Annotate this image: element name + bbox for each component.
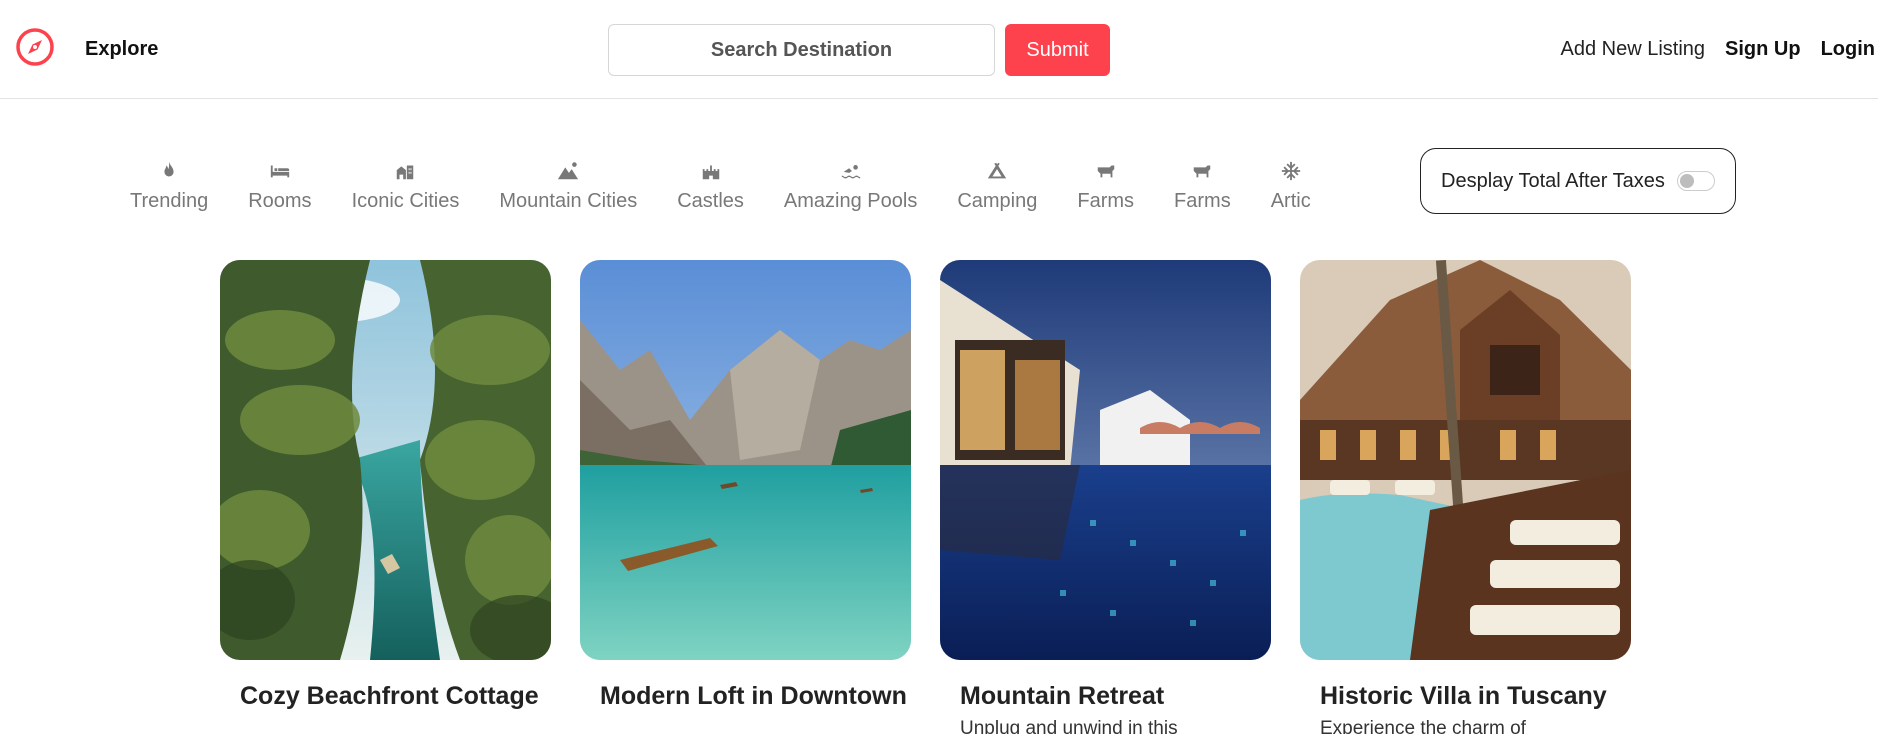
tax-toggle-label: Desplay Total After Taxes <box>1441 169 1665 192</box>
listing-description: Unplug and unwind in this <box>960 718 1178 734</box>
listing-image[interactable] <box>580 260 911 660</box>
tent-icon <box>957 160 1037 186</box>
listing-card[interactable]: Historic Villa in Tuscany Experience the… <box>1300 260 1631 734</box>
listing-title: Mountain Retreat <box>960 682 1165 710</box>
navbar: Explore Submit Add New Listing Sign Up L… <box>0 0 1878 99</box>
filter-castles[interactable]: Castles <box>677 160 744 213</box>
listing-card[interactable]: Modern Loft in Downtown <box>580 260 911 734</box>
listing-title: Modern Loft in Downtown <box>600 682 907 710</box>
listing-card[interactable]: Mountain Retreat Unplug and unwind in th… <box>940 260 1271 734</box>
swimmer-icon <box>784 160 917 186</box>
filter-camping[interactable]: Camping <box>957 160 1037 213</box>
explore-link[interactable]: Explore <box>85 38 158 61</box>
search-input[interactable] <box>608 24 995 76</box>
filter-label: Castles <box>677 190 744 212</box>
filter-label: Mountain Cities <box>499 190 638 212</box>
filter-artic[interactable]: Artic <box>1271 160 1311 213</box>
cow-icon <box>1174 160 1231 186</box>
listing-grid: Cozy Beachfront Cottage Modern Loft in D… <box>220 260 1660 734</box>
listing-image[interactable] <box>220 260 551 660</box>
filter-bar: Trending Rooms Iconic Cities Mountain Ci… <box>130 160 1351 213</box>
fire-icon <box>130 160 208 186</box>
filter-label: Iconic Cities <box>351 190 460 212</box>
listing-card[interactable]: Cozy Beachfront Cottage <box>220 260 551 734</box>
add-listing-link[interactable]: Add New Listing <box>1560 38 1705 61</box>
listing-image[interactable] <box>1300 260 1631 660</box>
cow-icon <box>1077 160 1134 186</box>
filter-label: Trending <box>130 190 209 212</box>
castle-icon <box>677 160 744 186</box>
listing-description: Experience the charm of <box>1320 718 1526 734</box>
submit-button[interactable]: Submit <box>1005 24 1110 76</box>
filter-farms[interactable]: Farms <box>1174 160 1231 213</box>
listing-image[interactable] <box>940 260 1271 660</box>
filter-label: Artic <box>1270 190 1311 212</box>
filter-farms[interactable]: Farms <box>1077 160 1134 213</box>
filter-iconic-cities[interactable]: Iconic Cities <box>351 160 460 213</box>
compass-icon[interactable] <box>14 26 56 68</box>
filter-label: Rooms <box>248 190 312 212</box>
sign-up-link[interactable]: Sign Up <box>1725 38 1801 61</box>
filter-label: Amazing Pools <box>783 190 918 212</box>
filter-mountain-cities[interactable]: Mountain Cities <box>499 160 637 213</box>
filter-trending[interactable]: Trending <box>130 160 208 213</box>
mountain-icon <box>499 160 637 186</box>
login-link[interactable]: Login <box>1821 38 1875 61</box>
filter-rooms[interactable]: Rooms <box>248 160 312 213</box>
filter-label: Farms <box>1174 190 1231 212</box>
switch-knob <box>1679 174 1694 188</box>
nav-links: Add New Listing Sign Up Login <box>1540 38 1875 61</box>
tax-toggle-switch[interactable] <box>1676 171 1715 191</box>
listing-title: Historic Villa in Tuscany <box>1320 682 1607 710</box>
filter-amazing-pools[interactable]: Amazing Pools <box>784 160 917 213</box>
bed-icon <box>248 160 311 186</box>
tax-toggle-box: Desplay Total After Taxes <box>1420 148 1736 214</box>
filter-label: Camping <box>957 190 1038 212</box>
city-icon <box>352 160 460 186</box>
snowflake-icon <box>1271 160 1311 186</box>
listing-title: Cozy Beachfront Cottage <box>240 682 539 710</box>
filter-label: Farms <box>1077 190 1135 212</box>
